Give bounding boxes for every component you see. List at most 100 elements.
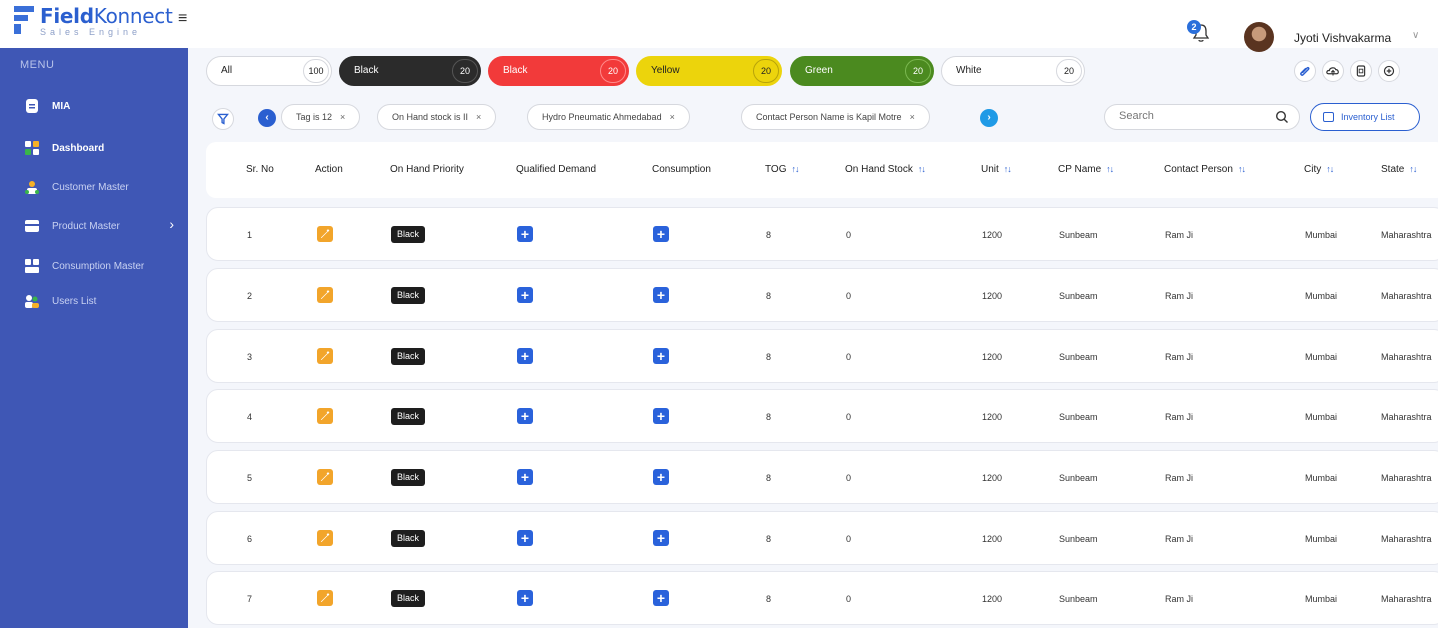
column-header-cp-name[interactable]: CP Name ↑↓ xyxy=(1058,164,1114,175)
cell-contact-person: Ram Ji xyxy=(1165,352,1194,362)
cell-sr-no: 4 xyxy=(247,412,253,422)
document-icon xyxy=(26,99,38,113)
close-icon[interactable]: × xyxy=(910,112,915,122)
add-consumption-button[interactable]: + xyxy=(653,226,669,242)
color-filter-all[interactable]: All 100 xyxy=(206,56,332,86)
color-filter-black[interactable]: Black 20 xyxy=(339,56,481,86)
column-header-on-hand-stock[interactable]: On Hand Stock ↑↓ xyxy=(845,164,926,175)
search-icon[interactable] xyxy=(1275,110,1289,124)
edit-icon[interactable] xyxy=(317,530,333,546)
color-filter-count: 20 xyxy=(753,59,779,83)
avatar[interactable] xyxy=(1244,22,1274,52)
edit-icon[interactable] xyxy=(317,287,333,303)
sort-icon[interactable]: ↑↓ xyxy=(1326,164,1334,174)
edit-icon[interactable] xyxy=(317,469,333,485)
chevron-left-icon[interactable]: ‹ xyxy=(258,109,276,127)
cell-contact-person: Ram Ji xyxy=(1165,230,1194,240)
cell-state: Maharashtra xyxy=(1381,352,1432,362)
search-input[interactable] xyxy=(1119,110,1269,122)
add-consumption-button[interactable]: + xyxy=(653,530,669,546)
attachment-icon[interactable] xyxy=(1294,60,1316,82)
cell-tog: 8 xyxy=(766,291,772,301)
sort-icon[interactable]: ↑↓ xyxy=(918,164,926,174)
sort-icon[interactable]: ↑↓ xyxy=(1106,164,1114,174)
add-demand-button[interactable]: + xyxy=(517,348,533,364)
search-box xyxy=(1104,104,1300,130)
sort-icon[interactable]: ↑↓ xyxy=(1004,164,1012,174)
add-demand-button[interactable]: + xyxy=(517,408,533,424)
sidebar-item-product-master[interactable]: Product Master › xyxy=(24,216,188,236)
add-consumption-button[interactable]: + xyxy=(653,469,669,485)
file-icon[interactable] xyxy=(1350,60,1372,82)
cell-sr-no: 6 xyxy=(247,534,253,544)
sidebar-item-users-list[interactable]: Users List xyxy=(24,291,188,311)
color-filter-count: 20 xyxy=(905,59,931,83)
hamburger-menu-icon[interactable]: ≡ xyxy=(178,10,187,28)
color-filter-green[interactable]: Green 20 xyxy=(790,56,934,86)
menu-title: MENU xyxy=(20,59,55,71)
filter-icon[interactable] xyxy=(212,108,234,130)
column-header-city[interactable]: City ↑↓ xyxy=(1304,164,1334,175)
close-icon[interactable]: × xyxy=(670,112,675,122)
close-icon[interactable]: × xyxy=(476,112,481,122)
brand-logo[interactable]: FieldKonnect Sales Engine xyxy=(14,6,173,37)
notification-badge: 2 xyxy=(1187,20,1201,34)
column-header-tog[interactable]: TOG ↑↓ xyxy=(765,164,799,175)
add-demand-button[interactable]: + xyxy=(517,530,533,546)
add-demand-button[interactable]: + xyxy=(517,287,533,303)
filter-chip[interactable]: Contact Person Name is Kapil Motre × xyxy=(741,104,930,130)
color-filter-count: 20 xyxy=(1056,59,1082,83)
column-header-label: On Hand Stock xyxy=(845,164,913,175)
sort-icon[interactable]: ↑↓ xyxy=(1409,164,1417,174)
add-consumption-button[interactable]: + xyxy=(653,348,669,364)
cell-unit: 1200 xyxy=(982,473,1003,483)
users-icon xyxy=(25,295,39,308)
sidebar-item-consumption-master[interactable]: Consumption Master xyxy=(24,256,188,276)
table-icon xyxy=(1323,112,1334,122)
color-filter-red[interactable]: Black 20 xyxy=(488,56,629,86)
color-filter-white[interactable]: White 20 xyxy=(941,56,1085,86)
add-consumption-button[interactable]: + xyxy=(653,287,669,303)
sidebar-item-dashboard[interactable]: Dashboard xyxy=(24,138,188,158)
column-header-unit[interactable]: Unit ↑↓ xyxy=(981,164,1012,175)
filter-chip[interactable]: On Hand stock is II × xyxy=(377,104,497,130)
cell-contact-person: Ram Ji xyxy=(1165,534,1194,544)
add-consumption-button[interactable]: + xyxy=(653,408,669,424)
color-filter-count: 20 xyxy=(452,59,478,83)
add-demand-button[interactable]: + xyxy=(517,226,533,242)
cell-city: Mumbai xyxy=(1305,230,1338,240)
edit-icon[interactable] xyxy=(317,590,333,606)
cell-sr-no: 7 xyxy=(247,594,253,604)
color-filter-yellow[interactable]: Yellow 20 xyxy=(636,56,782,86)
table-row: 1 Black + +8 0 1200 Sunbeam Ram Ji Mumbai Maharas… xyxy=(206,207,1438,261)
filter-chip[interactable]: Hydro Pneumatic Ahmedabad × xyxy=(527,104,690,130)
cloud-upload-icon[interactable] xyxy=(1322,60,1344,82)
chevron-right-icon[interactable]: › xyxy=(980,109,998,127)
sidebar-item-mia[interactable]: MIA xyxy=(24,96,188,116)
sidebar-item-customer-master[interactable]: Customer Master xyxy=(24,177,188,197)
chevron-right-icon[interactable]: › xyxy=(169,216,174,232)
cell-cp-name: Sunbeam xyxy=(1059,352,1098,362)
edit-icon[interactable] xyxy=(317,408,333,424)
cell-state: Maharashtra xyxy=(1381,473,1432,483)
add-demand-button[interactable]: + xyxy=(517,469,533,485)
add-demand-button[interactable]: + xyxy=(517,590,533,606)
column-header-state[interactable]: State ↑↓ xyxy=(1381,164,1417,175)
add-consumption-button[interactable]: + xyxy=(653,590,669,606)
chevron-down-icon[interactable]: ∨ xyxy=(1412,30,1419,41)
filter-chip-label: Tag is 12 xyxy=(296,112,333,122)
filter-chip[interactable]: Tag is 12 × xyxy=(281,104,361,130)
color-filter-label: Yellow xyxy=(651,65,680,76)
inventory-list-button[interactable]: Inventory List xyxy=(1310,103,1420,131)
column-header-contact-person[interactable]: Contact Person ↑↓ xyxy=(1164,164,1246,175)
edit-icon[interactable] xyxy=(317,348,333,364)
add-circle-icon[interactable] xyxy=(1378,60,1400,82)
sort-icon[interactable]: ↑↓ xyxy=(1238,164,1246,174)
user-name[interactable]: Jyoti Vishvakarma xyxy=(1294,31,1391,45)
edit-icon[interactable] xyxy=(317,226,333,242)
cell-unit: 1200 xyxy=(982,352,1003,362)
cell-on-hand-stock: 0 xyxy=(846,473,852,483)
column-header-action: Action xyxy=(315,164,343,175)
sort-icon[interactable]: ↑↓ xyxy=(791,164,799,174)
close-icon[interactable]: × xyxy=(340,112,345,122)
